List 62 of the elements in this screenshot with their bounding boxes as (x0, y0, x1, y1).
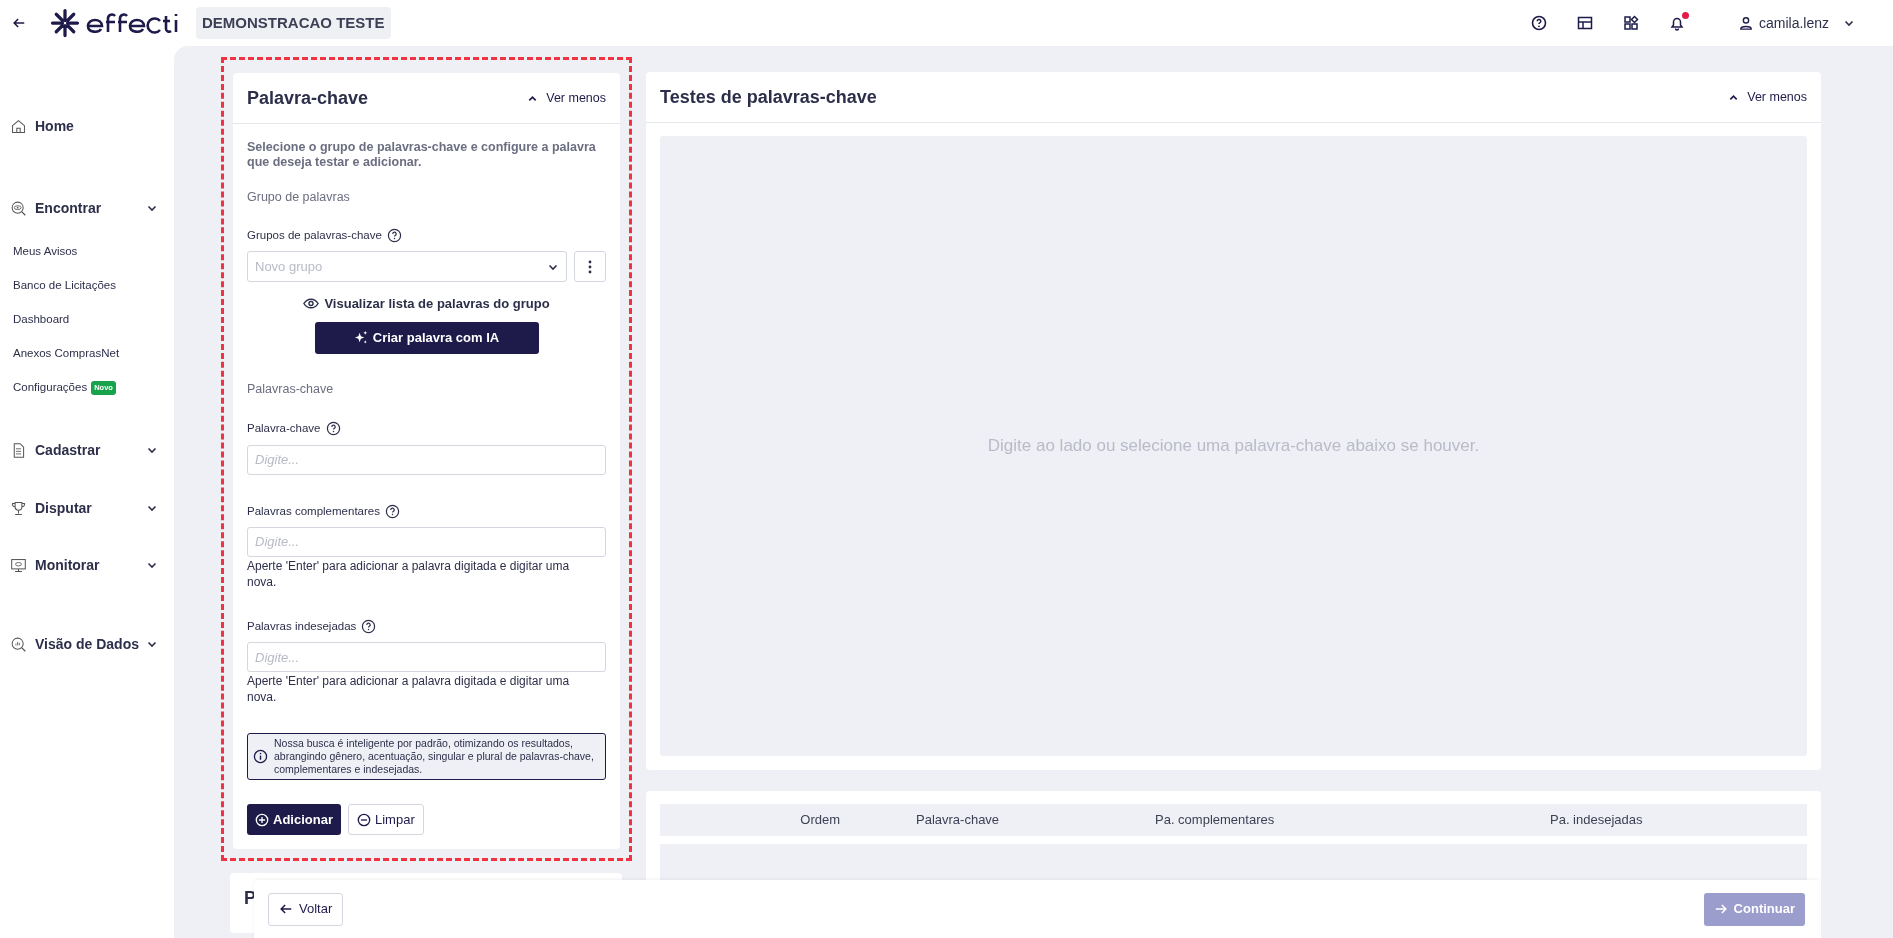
info-text: Nossa busca é inteligente por padrão, otimizando os resultados, abrangindo gênero, acentuação, singular e plural de palavras-chave, complementares e indesejadas. (274, 737, 595, 776)
arrow-left-icon (279, 902, 293, 916)
field-label: Grupos de palavras-chave (247, 227, 382, 243)
eye-icon (303, 298, 320, 310)
sidebar-item[interactable]: Visão de Dados (35, 633, 139, 655)
trophy-icon (10, 499, 27, 517)
clear-button[interactable]: Limpar (347, 804, 424, 835)
field-label: Palavras complementares (247, 503, 380, 519)
dashboard-icon[interactable] (1576, 15, 1593, 31)
more-vertical-icon (588, 259, 592, 274)
sparkles-icon (353, 330, 369, 345)
user-name[interactable]: camila.lenz (1758, 12, 1829, 34)
text-input[interactable]: Digite... (247, 444, 606, 475)
sidebar-link[interactable]: Dashboard (13, 311, 70, 329)
help-icon[interactable] (325, 421, 341, 437)
help-icon[interactable] (386, 227, 402, 243)
sidebar-item[interactable]: Disputar (35, 497, 92, 519)
add-button[interactable]: Adicionar (247, 804, 341, 835)
column-header: Ordem (800, 811, 841, 830)
eye-magnifier-icon (10, 199, 27, 217)
sidebar-item[interactable]: Home (35, 115, 74, 137)
company-name: DEMONSTRACAO TESTE (196, 6, 391, 40)
sidebar-link[interactable]: Anexos ComprasNet (13, 345, 120, 363)
field-label: Palavra-chave (247, 421, 321, 437)
help-icon[interactable] (1530, 15, 1547, 31)
column-header: Pa. indesejadas (1549, 811, 1643, 830)
text-input[interactable]: Digite... (247, 642, 606, 672)
sidebar-item[interactable]: Cadastrar (35, 439, 101, 461)
column-header: Pa. complementares (1154, 811, 1275, 830)
column-header: Palavra-chave (915, 811, 1000, 830)
help-icon[interactable] (384, 503, 400, 519)
text-input[interactable]: Digite... (247, 526, 606, 557)
info-icon (253, 749, 268, 764)
field-label: Palavras indesejadas (247, 618, 357, 634)
back-button[interactable]: Voltar (268, 892, 344, 926)
ai-create-button[interactable]: Criar palavra com IA (314, 321, 539, 354)
field-hint: Aperte 'Enter' para adicionar a palavra digitada e digitar uma nova. (247, 673, 571, 705)
collapse-toggle[interactable]: Ver menos (1728, 87, 1807, 107)
back-arrow-icon[interactable] (12, 16, 26, 30)
house-icon (10, 117, 27, 135)
section-heading: Palavras-chave (247, 380, 335, 398)
minus-circle-icon (356, 812, 371, 827)
arrow-right-icon (1713, 902, 1728, 916)
view-list-link[interactable]: Visualizar lista de palavras do grupo (303, 294, 550, 314)
logo-icon (50, 8, 80, 38)
collapse-toggle[interactable]: Ver menos (527, 88, 606, 108)
sidebar-item[interactable]: Monitorar (35, 554, 100, 576)
panel-title: Testes de palavras-chave (660, 85, 877, 109)
sidebar-link[interactable]: Configurações (13, 379, 88, 397)
sidebar-link[interactable]: Meus Avisos (13, 243, 78, 261)
panel-title: Palavra-chave (247, 86, 369, 110)
chart-magnifier-icon (10, 635, 27, 653)
user-icon (1738, 16, 1753, 30)
monitor-icon (10, 556, 27, 574)
apps-icon[interactable] (1622, 15, 1639, 31)
panel-description: Selecione o grupo de palavras-chave e configure a palavra que deseja testar e adicionar. (247, 140, 597, 170)
sidebar-item[interactable]: Encontrar (35, 197, 102, 219)
sidebar-link[interactable]: Banco de Licitações (13, 277, 116, 295)
help-icon[interactable] (361, 618, 377, 634)
field-hint: Aperte 'Enter' para adicionar a palavra digitada e digitar uma nova. (247, 557, 571, 590)
section-heading: Grupo de palavras (247, 189, 351, 206)
plus-circle-icon (255, 812, 269, 827)
